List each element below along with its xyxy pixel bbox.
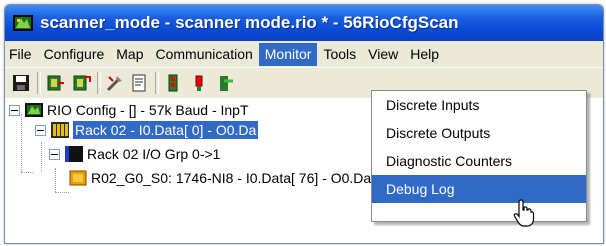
menu-monitor[interactable]: Monitor [258, 42, 318, 66]
rio-config-icon [25, 102, 43, 118]
title-bar[interactable]: scanner_mode - scanner mode.rio * - 56Ri… [5, 5, 603, 41]
collapse-icon[interactable] [35, 124, 46, 136]
tree-node-io-group[interactable]: Rack 02 I/O Grp 0->1 [49, 144, 220, 164]
tree-line [55, 192, 69, 193]
tree-node-label: Rack 02 I/O Grp 0->1 [87, 146, 221, 162]
menu-view[interactable]: View [362, 43, 404, 66]
collapse-icon[interactable] [49, 148, 60, 160]
menu-file[interactable]: File [5, 43, 38, 66]
menu-bar: File Configure Map Communication Monitor… [5, 41, 603, 67]
tree-line [21, 172, 33, 173]
collapse-icon[interactable] [9, 104, 20, 116]
menu-communication[interactable]: Communication [150, 43, 259, 66]
window-title: scanner_mode - scanner mode.rio * - 56Ri… [40, 13, 459, 32]
menu-help[interactable]: Help [404, 43, 445, 66]
tree-line [55, 168, 56, 192]
rack-icon [51, 122, 69, 138]
hand-cursor-icon [513, 198, 537, 228]
toolbar-separator [155, 72, 159, 94]
tree-node-label: RIO Config - [] - 57k Baud - InpT [47, 102, 249, 118]
discrete-in-icon[interactable] [163, 73, 183, 93]
monitor-dropdown-menu: Discrete Inputs Discrete Outputs Diagnos… [371, 90, 587, 222]
debug-icon[interactable] [215, 73, 235, 93]
save-icon[interactable] [11, 73, 31, 93]
rio-config-app-icon [13, 14, 33, 32]
menu-item-diagnostic-counters[interactable]: Diagnostic Counters [372, 147, 586, 175]
tools-icon[interactable] [105, 73, 125, 93]
app-window: scanner_mode - scanner mode.rio * - 56Ri… [4, 4, 604, 244]
module-out-icon[interactable] [71, 73, 91, 93]
menu-item-discrete-outputs[interactable]: Discrete Outputs [372, 119, 586, 147]
module-in-icon[interactable] [45, 73, 65, 93]
tree-node-rack-02[interactable]: Rack 02 - I0.Data[ 0] - O0.Da [35, 120, 259, 140]
tree-node-label: R02_G0_S0: 1746-NI8 - I0.Data[ 76] - O0.… [91, 170, 403, 186]
io-group-icon [65, 146, 83, 162]
toolbar-separator [97, 72, 101, 94]
menu-map[interactable]: Map [110, 43, 149, 66]
tree-line [21, 114, 22, 172]
menu-item-debug-log[interactable]: Debug Log [372, 175, 586, 203]
menu-item-discrete-inputs[interactable]: Discrete Inputs [372, 91, 586, 119]
module-icon [69, 170, 87, 186]
menu-tools[interactable]: Tools [317, 43, 362, 66]
tree-node-rio-config[interactable]: RIO Config - [] - 57k Baud - InpT [9, 100, 249, 120]
discrete-out-icon[interactable] [189, 73, 209, 93]
tree-line [41, 142, 42, 172]
document-icon[interactable] [129, 73, 149, 93]
toolbar-separator [37, 72, 41, 94]
menu-configure[interactable]: Configure [38, 43, 111, 66]
tree-node-label: Rack 02 - I0.Data[ 0] - O0.Da [73, 121, 259, 139]
tree-node-module-r02-g0-s0[interactable]: R02_G0_S0: 1746-NI8 - I0.Data[ 76] - O0.… [69, 168, 402, 188]
